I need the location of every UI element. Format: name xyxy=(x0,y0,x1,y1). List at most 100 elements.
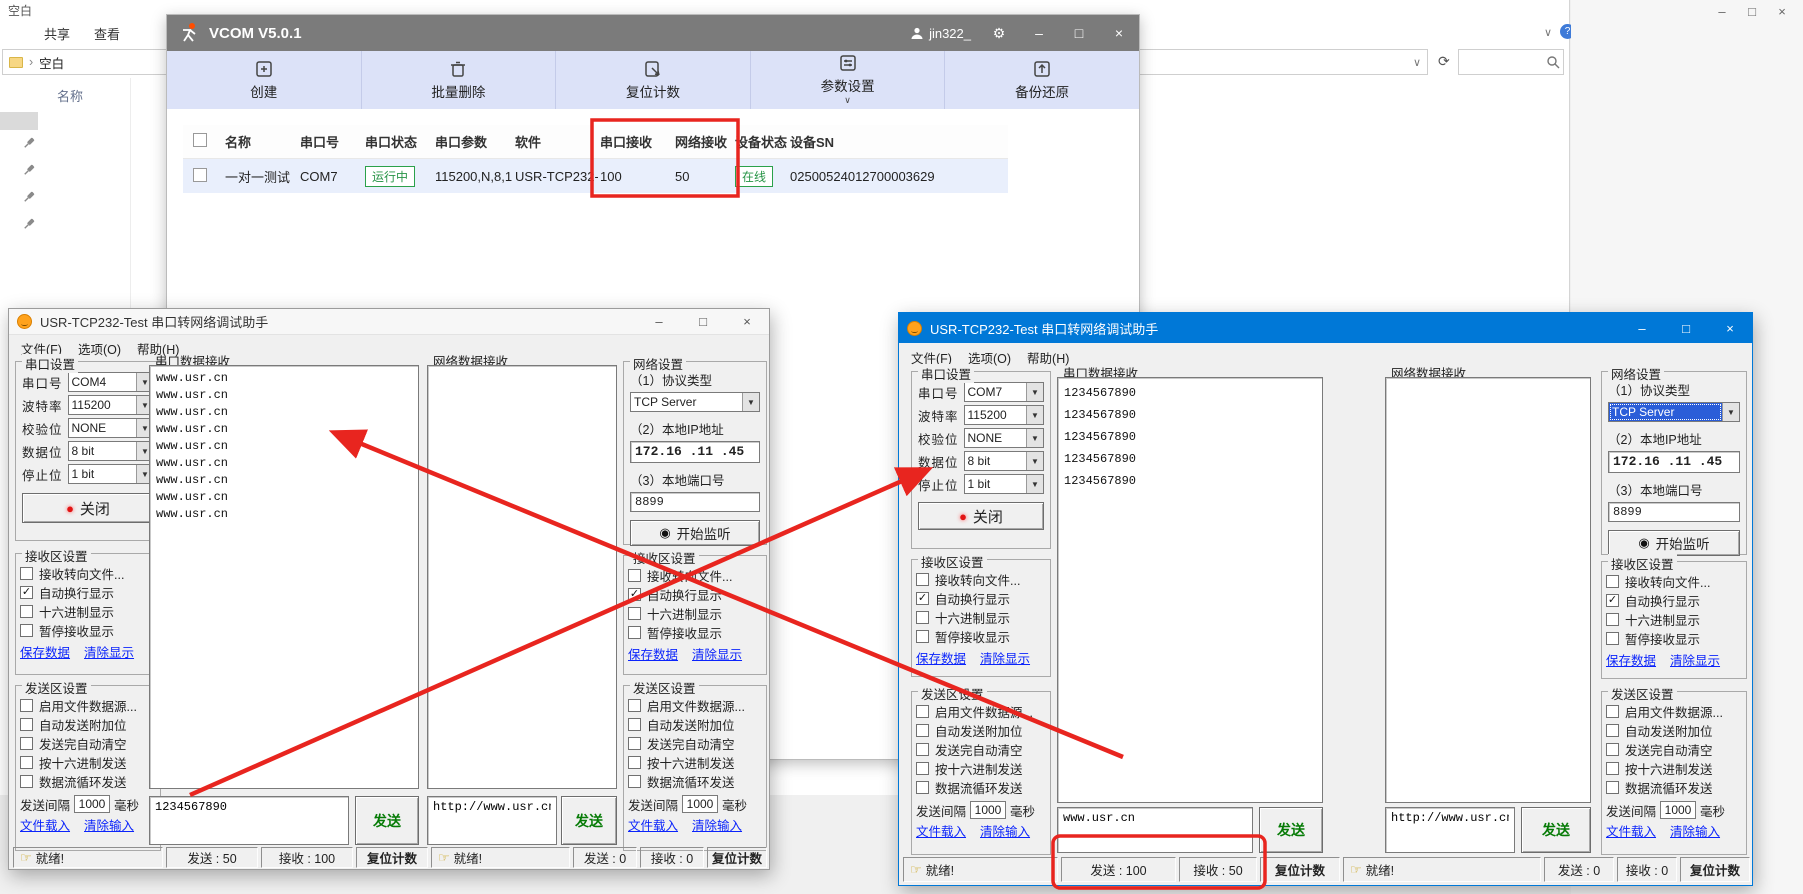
reset-count-button-net[interactable]: 复位计数 xyxy=(707,847,767,868)
close-button[interactable]: × xyxy=(725,309,769,334)
checkbox[interactable] xyxy=(628,607,641,620)
start-listen-button[interactable]: ◉开始监听 xyxy=(630,520,760,546)
net-send-input[interactable] xyxy=(433,800,551,814)
checkbox[interactable] xyxy=(628,775,641,788)
checkbox[interactable]: ✓ xyxy=(916,592,929,605)
serial-send-field[interactable] xyxy=(149,796,349,845)
checkbox-option[interactable]: ✓自动换行显示 xyxy=(1606,591,1742,610)
reset-count-button[interactable]: 复位计数 xyxy=(556,51,751,109)
save-data-link[interactable]: 保存数据 xyxy=(916,648,966,667)
checkbox[interactable] xyxy=(628,718,641,731)
stop-bits-select[interactable]: 1 bit▼ xyxy=(964,474,1044,494)
checkbox-option[interactable]: 十六进制显示 xyxy=(628,604,762,623)
vcom-close-button[interactable]: × xyxy=(1099,15,1139,51)
data-bits-select[interactable]: 8 bit▼ xyxy=(68,441,154,461)
checkbox[interactable] xyxy=(916,743,929,756)
checkbox-option[interactable]: 按十六进制发送 xyxy=(628,753,762,772)
select-all-checkbox[interactable] xyxy=(193,133,207,147)
checkbox-option[interactable]: ✓自动换行显示 xyxy=(20,583,156,602)
clear-input-link[interactable]: 清除输入 xyxy=(84,815,134,834)
checkbox-option[interactable]: 启用文件数据源... xyxy=(20,696,156,715)
checkbox[interactable]: ✓ xyxy=(628,588,641,601)
checkbox-option[interactable]: 十六进制显示 xyxy=(1606,610,1742,629)
minimize-button[interactable]: – xyxy=(1620,313,1664,343)
serial-port-select[interactable]: COM4▼ xyxy=(68,372,154,392)
checkbox-option[interactable]: 十六进制显示 xyxy=(20,602,156,621)
checkbox-option[interactable]: 数据流循环发送 xyxy=(628,772,762,791)
pin-icon[interactable] xyxy=(22,163,36,177)
checkbox-option[interactable]: ✓自动换行显示 xyxy=(628,585,762,604)
local-port-input[interactable]: 8899 xyxy=(1608,502,1740,522)
checkbox[interactable] xyxy=(20,756,33,769)
username[interactable]: jin322_ xyxy=(929,26,971,41)
checkbox[interactable] xyxy=(20,737,33,750)
refresh-icon[interactable]: ⟳ xyxy=(1438,53,1450,70)
checkbox-option[interactable]: 自动发送附加位 xyxy=(20,715,156,734)
checkbox-option[interactable]: 暂停接收显示 xyxy=(1606,629,1742,648)
checkbox[interactable] xyxy=(1606,613,1619,626)
checkbox[interactable] xyxy=(20,624,33,637)
interval-input[interactable]: 1000 xyxy=(1660,801,1696,819)
tab-view[interactable]: 查看 xyxy=(88,22,126,45)
checkbox-option[interactable]: 暂停接收显示 xyxy=(916,627,1046,646)
baud-rate-select[interactable]: 115200▼ xyxy=(68,395,154,415)
checkbox-option[interactable]: 十六进制显示 xyxy=(916,608,1046,627)
vcom-minimize-button[interactable]: – xyxy=(1019,15,1059,51)
checkbox[interactable] xyxy=(1606,705,1619,718)
file-load-link[interactable]: 文件载入 xyxy=(916,821,966,840)
param-settings-button[interactable]: 参数设置 ∨ xyxy=(751,51,946,109)
checkbox[interactable] xyxy=(1606,724,1619,737)
search-input[interactable] xyxy=(1459,55,1546,69)
clear-input-link[interactable]: 清除输入 xyxy=(692,815,742,834)
serial-recv-area[interactable]: 1234567890 1234567890 1234567890 1234567… xyxy=(1057,377,1323,803)
checkbox[interactable] xyxy=(1606,632,1619,645)
file-load-link[interactable]: 文件载入 xyxy=(628,815,678,834)
checkbox-option[interactable]: 接收转向文件... xyxy=(628,566,762,585)
checkbox[interactable] xyxy=(20,775,33,788)
checkbox[interactable]: ✓ xyxy=(20,586,33,599)
create-button[interactable]: 创建 xyxy=(167,51,362,109)
parity-select[interactable]: NONE▼ xyxy=(964,428,1044,448)
pin-icon[interactable] xyxy=(22,190,36,204)
clear-input-link[interactable]: 清除输入 xyxy=(980,821,1030,840)
checkbox[interactable] xyxy=(1606,762,1619,775)
checkbox[interactable] xyxy=(916,781,929,794)
data-bits-select[interactable]: 8 bit▼ xyxy=(964,451,1044,471)
local-port-input[interactable]: 8899 xyxy=(630,492,760,512)
pin-icon[interactable] xyxy=(22,217,36,231)
checkbox-option[interactable]: 接收转向文件... xyxy=(916,570,1046,589)
local-ip-input[interactable]: 172.16 .11 .45 xyxy=(630,441,760,463)
checkbox-option[interactable]: 启用文件数据源... xyxy=(1606,702,1742,721)
table-row[interactable]: 一对一测试 COM7 运行中 115200,N,8,1 USR-TCP232-T… xyxy=(183,159,1008,193)
checkbox-option[interactable]: 接收转向文件... xyxy=(1606,572,1742,591)
checkbox[interactable] xyxy=(20,605,33,618)
net-send-field[interactable] xyxy=(1385,807,1515,853)
close-button[interactable]: × xyxy=(1708,313,1752,343)
close-port-button[interactable]: ●关闭 xyxy=(22,493,154,523)
address-dropdown-icon[interactable]: ∨ xyxy=(1413,56,1421,69)
checkbox[interactable]: ✓ xyxy=(1606,594,1619,607)
close-button[interactable]: × xyxy=(1767,4,1797,19)
checkbox[interactable] xyxy=(916,630,929,643)
serial-send-field[interactable] xyxy=(1057,807,1253,853)
minimize-button[interactable]: – xyxy=(1707,4,1737,19)
protocol-select[interactable]: TCP Server▼ xyxy=(1608,402,1740,422)
checkbox[interactable] xyxy=(628,737,641,750)
checkbox[interactable] xyxy=(20,699,33,712)
checkbox[interactable] xyxy=(916,724,929,737)
net-recv-area[interactable] xyxy=(1385,377,1591,803)
row-checkbox[interactable] xyxy=(193,168,207,182)
column-header-name[interactable]: 名称 xyxy=(57,86,83,105)
checkbox-option[interactable]: ✓自动换行显示 xyxy=(916,589,1046,608)
minimize-button[interactable]: – xyxy=(637,309,681,334)
maximize-button[interactable]: □ xyxy=(681,309,725,334)
reset-count-button[interactable]: 复位计数 xyxy=(1260,857,1340,882)
checkbox[interactable] xyxy=(628,699,641,712)
close-port-button[interactable]: ●关闭 xyxy=(918,502,1044,530)
checkbox-option[interactable]: 数据流循环发送 xyxy=(916,778,1046,797)
ribbon-collapse-icon[interactable]: ∨ xyxy=(1544,26,1552,39)
checkbox[interactable] xyxy=(1606,575,1619,588)
file-load-link[interactable]: 文件载入 xyxy=(1606,821,1656,840)
save-data-link[interactable]: 保存数据 xyxy=(1606,650,1656,669)
reset-count-button[interactable]: 复位计数 xyxy=(356,847,428,868)
